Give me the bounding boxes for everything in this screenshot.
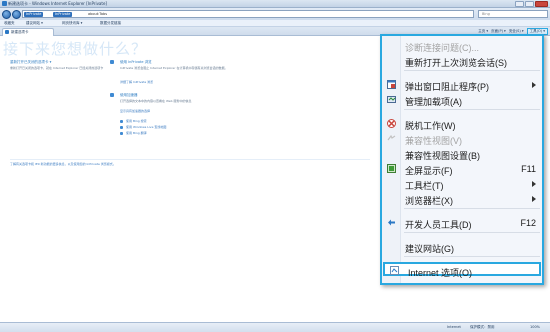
suggested-sites-link[interactable]: 建议网站 ▾ (26, 21, 43, 26)
tools-menu: 诊断连接问题(C)... 重新打开上次浏览会话(S) 弹出窗口阻止程序(P) 管… (380, 34, 544, 285)
close-button[interactable] (535, 1, 548, 7)
maximize-button[interactable] (525, 1, 534, 7)
zoom-level[interactable]: 100% (530, 325, 540, 329)
show-accelerators-link[interactable]: 显示具有加速器的选择 (120, 109, 150, 113)
internet-options-icon (390, 266, 399, 275)
submenu-arrow-icon (532, 196, 536, 202)
address-bar-row: InPrivate InPrivate about:Tabs Bing (0, 8, 550, 20)
menu-item-popup-blocker[interactable]: 弹出窗口阻止程序(P) (382, 78, 542, 92)
forward-button[interactable] (12, 10, 21, 19)
menu-separator (404, 70, 540, 71)
menu-item-label: 浏览器栏(X) (405, 196, 453, 206)
accelerator-item[interactable]: 使用 Windows Live 查找地图 (126, 125, 166, 129)
minimize-button[interactable] (515, 1, 524, 7)
ie-logo-icon (2, 1, 7, 6)
protected-mode-indicator: 保护模式：禁用 (470, 325, 495, 329)
menu-item-compatibility-view: 兼容性视图(V) (382, 132, 542, 146)
developer-tools-icon (387, 218, 396, 227)
learn-inprivate-link[interactable]: 详细了解 InPrivate 浏览 (120, 80, 153, 84)
menu-item-label: 建议网站(G) (405, 244, 454, 254)
menu-item-suggested-sites[interactable]: 建议网站(G) (382, 240, 542, 254)
menu-separator (404, 232, 540, 233)
search-input[interactable]: Bing (478, 10, 548, 18)
menu-item-full-screen[interactable]: 全屏显示(F) F11 (382, 162, 542, 176)
fullscreen-icon (387, 164, 396, 173)
submenu-arrow-icon (532, 181, 536, 187)
map-icon (120, 126, 123, 129)
menu-item-developer-tools[interactable]: 开发人员工具(D) F12 (382, 216, 542, 230)
accelerator-item[interactable]: 使用 Bing 翻译 (126, 131, 147, 135)
title-bar: 新建选项卡 - Windows Internet Explorer [InPri… (0, 0, 550, 8)
tab-new-tab[interactable]: 新建选项卡 (2, 28, 54, 36)
page-heading: 接下来您想做什么？ (3, 40, 148, 58)
compatibility-view-icon (387, 134, 396, 143)
favorites-button[interactable]: 收藏夹 (4, 21, 15, 26)
accelerator-icon (110, 93, 114, 97)
back-button[interactable] (2, 10, 11, 19)
menu-item-label: 脱机工作(W) (405, 121, 456, 131)
menu-item-label: 诊断连接问题(C)... (405, 43, 479, 53)
inprivate-badge: InPrivate (24, 12, 44, 17)
translate-icon (120, 132, 123, 135)
menu-item-label: 全屏显示(F) (405, 166, 453, 176)
accelerator-item[interactable]: 使用 Bing 搜索 (126, 119, 147, 123)
window-controls (515, 1, 548, 7)
zone-indicator: Internet (447, 325, 461, 329)
tab-icon (5, 30, 9, 34)
favorites-bar: 收藏夹 建议网站 ▾ 网页快讯库 ▾ 数据分发链接 (0, 20, 550, 27)
menu-item-label: 弹出窗口阻止程序(P) (405, 82, 489, 92)
status-bar: Internet 保护模式：禁用 100% (0, 322, 550, 332)
menu-separator (404, 208, 540, 209)
menu-item-compatibility-settings[interactable]: 兼容性视图设置(B) (382, 147, 542, 161)
menu-item-internet-options[interactable]: Internet 选项(O) (383, 262, 541, 278)
menu-item-label: 重新打开上次浏览会话(S) (405, 58, 507, 68)
menu-item-label: 管理加载项(A) (405, 97, 462, 107)
inprivate-indicator[interactable]: InPrivate (53, 12, 73, 17)
window-title: 新建选项卡 - Windows Internet Explorer [InPri… (8, 1, 107, 6)
menu-item-label: 兼容性视图(V) (405, 136, 462, 146)
offline-icon (387, 119, 396, 128)
menu-item-label: 兼容性视图设置(B) (405, 151, 480, 161)
shortcut-label: F11 (521, 164, 536, 174)
menu-item-reopen-session[interactable]: 重新打开上次浏览会话(S) (382, 54, 542, 68)
menu-item-explorer-bars[interactable]: 浏览器栏(X) (382, 192, 542, 206)
menu-separator (404, 109, 540, 110)
menu-item-label: Internet 选项(O) (408, 268, 473, 278)
menu-item-manage-addons[interactable]: 管理加载项(A) (382, 93, 542, 107)
data-feed-link[interactable]: 数据分发链接 (100, 21, 121, 26)
url-text: about:Tabs (88, 12, 108, 16)
accelerators-title: 使用加速器 (120, 93, 138, 97)
web-slice-gallery-link[interactable]: 网页快讯库 ▾ (62, 21, 82, 26)
tab-label: 新建选项卡 (11, 30, 29, 34)
search-placeholder: Bing (482, 12, 490, 16)
menu-item-label: 工具栏(T) (405, 181, 444, 191)
menu-separator (404, 256, 540, 257)
learn-more-link[interactable]: 了解有关选项卡和 IE9 新功能的更多信息，以及使用您的 InPrivate 浏… (10, 162, 116, 166)
bing-search-icon (120, 120, 123, 123)
submenu-arrow-icon (532, 82, 536, 88)
inprivate-browsing-link[interactable]: 使用 InPrivate 浏览 (120, 60, 152, 65)
addons-icon (387, 95, 396, 104)
reopen-closed-tabs-link[interactable]: 重新打开已关闭的选项卡 ▾ (10, 60, 51, 65)
divider (10, 159, 370, 160)
shortcut-label: F12 (520, 218, 536, 228)
menu-item-work-offline[interactable]: 脱机工作(W) (382, 117, 542, 131)
reopen-description: 重新打开已关闭的选项卡，就在 Internet Explorer 已经关闭的选项… (10, 66, 104, 70)
menu-item-label: 开发人员工具(D) (405, 220, 472, 230)
accelerator-description: 打开选择的文本中的内容以查看在 Web 服务中的信息 (120, 99, 192, 103)
menu-item-toolbars[interactable]: 工具栏(T) (382, 177, 542, 191)
address-field[interactable]: InPrivate InPrivate about:Tabs (22, 10, 474, 18)
popup-blocker-icon (387, 80, 396, 89)
inprivate-description: InPrivate 浏览会阻止 Internet Explorer 在计算机中存… (120, 66, 228, 70)
menu-item-diagnose: 诊断连接问题(C)... (382, 39, 542, 53)
inprivate-icon (110, 60, 114, 64)
